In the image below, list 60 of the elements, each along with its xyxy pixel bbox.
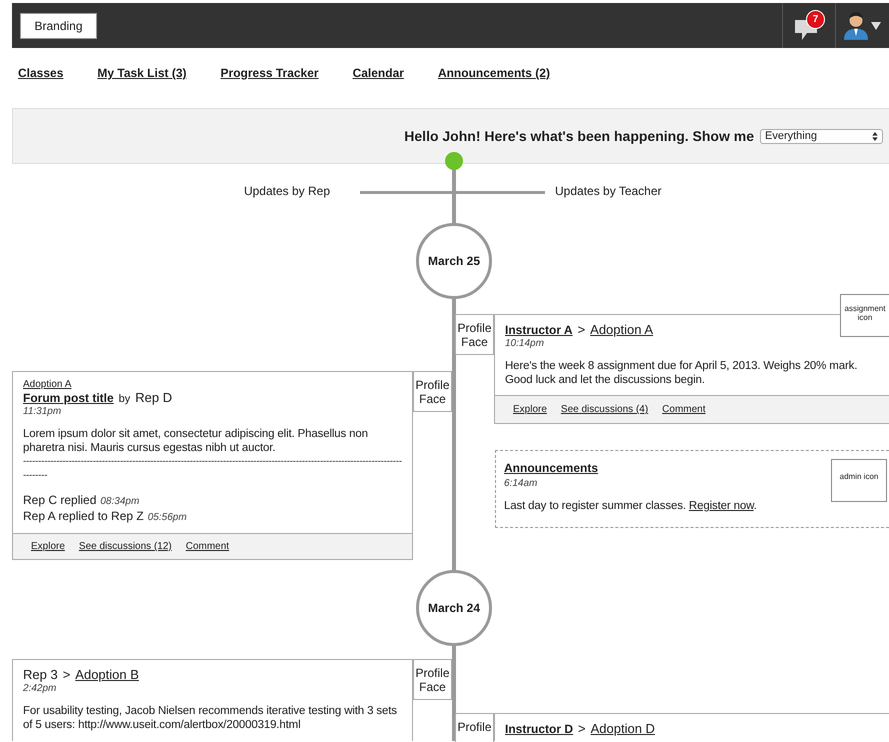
- reply-time: 05:56pm: [148, 511, 187, 525]
- placeholder-label: Profile Face: [414, 666, 450, 694]
- post-link[interactable]: Forum post title: [23, 391, 114, 405]
- dropdown-arrows-icon: [872, 132, 878, 140]
- post-heading-text: by: [118, 393, 130, 405]
- placeholder-label: Profile Face: [414, 378, 450, 406]
- timeline-start-dot: [445, 152, 463, 170]
- separator-text: -------------------------------------------------------------------------------------------------------------------------------------: [23, 455, 403, 483]
- lane-label: Updates by Rep: [244, 184, 330, 198]
- placeholder-label: Profile Face: [456, 321, 492, 349]
- placeholder-label: Branding: [34, 18, 83, 32]
- action-link[interactable]: Explore: [31, 541, 65, 552]
- placeholder-label: assignment icon: [844, 304, 886, 322]
- post-heading-text: Rep 3: [23, 667, 58, 682]
- announcement-title-link[interactable]: Announcements: [504, 461, 598, 475]
- post-heading-text: >: [578, 721, 586, 736]
- timestamp: 2:42pm: [23, 683, 58, 694]
- action-link[interactable]: Explore: [513, 404, 547, 415]
- reply-text: Rep C replied: [23, 493, 96, 507]
- post-text: Lorem ipsum dolor sit amet, consectetur adipiscing elit. Phasellus non pharetra nisi. Mauris cursus egestas nibh ut auctor.: [23, 427, 369, 455]
- nav-link[interactable]: Announcements (2): [438, 66, 550, 82]
- timestamp: 10:14pm: [505, 338, 545, 349]
- timestamp: 6:14am: [504, 478, 538, 489]
- post-link[interactable]: Instructor A: [505, 323, 573, 337]
- nav-link[interactable]: My Task List (3): [97, 66, 187, 82]
- post-text: Here's the week 8 assignment due for April 5, 2013. Weighs 20% mark. Good luck and let the discussions begin.: [505, 359, 858, 387]
- notification-button[interactable]: 7: [791, 10, 827, 40]
- context-link[interactable]: Adoption A: [23, 379, 402, 390]
- user-menu[interactable]: [844, 12, 881, 40]
- post-link[interactable]: Adoption A: [590, 322, 654, 337]
- action-link[interactable]: Comment: [186, 541, 230, 552]
- branding-placeholder[interactable]: Branding: [20, 12, 97, 38]
- action-link[interactable]: See discussions (12): [78, 541, 172, 552]
- reply-time: 08:34pm: [100, 495, 140, 509]
- announcement-text: Last day to register summer classes. Register now.: [504, 499, 757, 513]
- post-heading-text: >: [578, 322, 586, 337]
- lane-label: Updates by Teacher: [555, 184, 662, 198]
- post-link[interactable]: Adoption B: [75, 667, 139, 682]
- nav-link[interactable]: Progress Tracker: [220, 66, 319, 82]
- notification-badge: 7: [806, 10, 825, 28]
- caret-icon: [871, 22, 881, 30]
- register-link[interactable]: Register now: [688, 500, 754, 512]
- post-heading-text: >: [62, 667, 70, 682]
- date-marker: March 25: [416, 223, 492, 299]
- placeholder-label: admin icon: [838, 472, 880, 481]
- greeting-text: Hello John! Here's what's been happening. Show me: [404, 128, 754, 144]
- action-link[interactable]: Comment: [662, 404, 706, 415]
- date-marker: March 24: [416, 570, 492, 646]
- show-me-dropdown[interactable]: Everything: [760, 128, 883, 144]
- nav-link[interactable]: Calendar: [352, 66, 404, 82]
- post-heading-text: Rep D: [135, 390, 172, 405]
- placeholder-label: Profile: [456, 720, 492, 734]
- action-link[interactable]: See discussions (4): [560, 404, 648, 415]
- reply-text: Rep A replied to Rep Z: [23, 509, 144, 523]
- post-link[interactable]: Adoption D: [590, 721, 655, 736]
- timestamp: 11:31pm: [23, 406, 62, 417]
- post-link[interactable]: Instructor D: [505, 722, 574, 736]
- avatar-icon: [844, 12, 868, 40]
- post-text: For usability testing, Jacob Nielsen recommends iterative testing with 3 sets of 5 users: http://www.useit.com/alertbox/20000319.html: [23, 704, 398, 732]
- nav-link[interactable]: Classes: [18, 66, 64, 82]
